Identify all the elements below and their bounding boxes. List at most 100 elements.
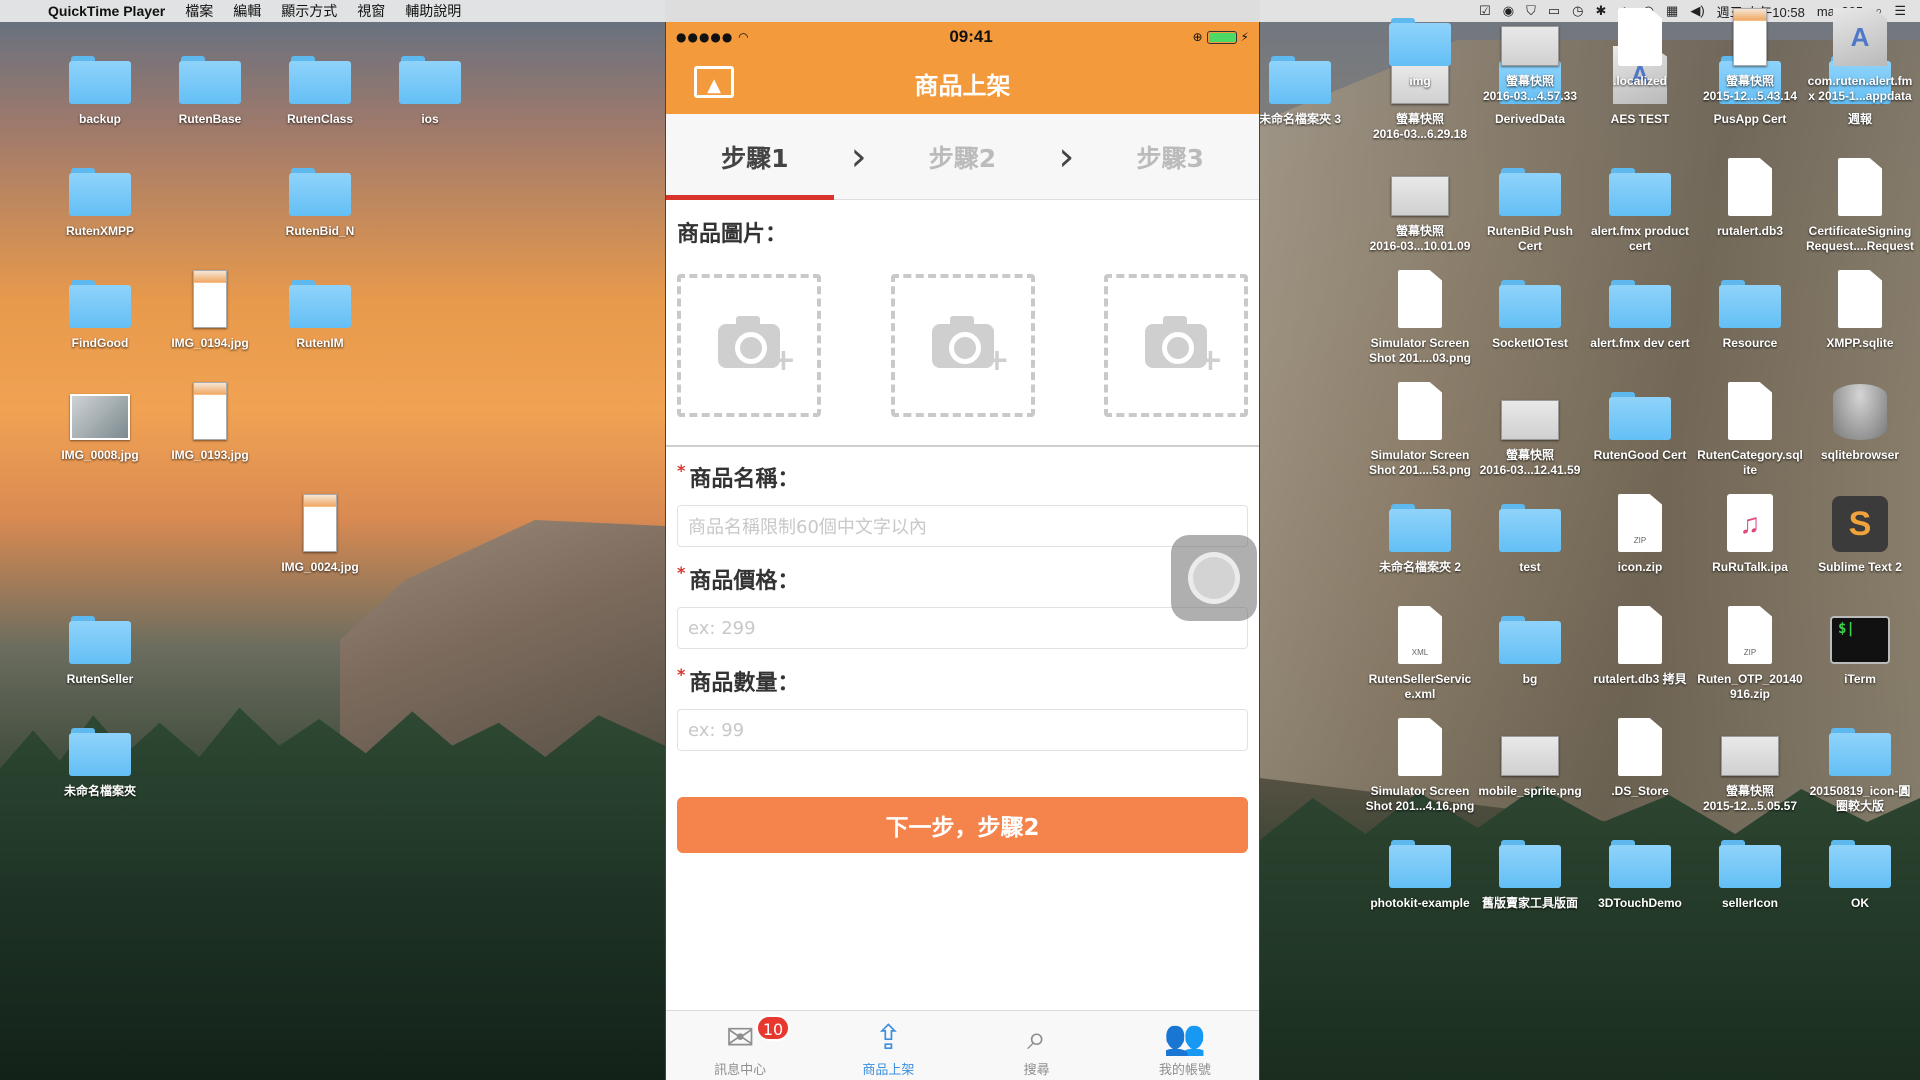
desktop-icon[interactable]: Acom.ruten.alert.fm x 2015-1...appdata bbox=[1805, 0, 1915, 104]
desktop-icon[interactable]: 螢幕快照 2016-03...10.01.09 bbox=[1365, 150, 1475, 254]
desktop-icon[interactable]: 20150819_icon-圓 圈較大版 bbox=[1805, 710, 1915, 814]
tab-messages[interactable]: ✉ 訊息中心 10 bbox=[666, 1011, 814, 1080]
step-2[interactable]: 步驟2 bbox=[874, 139, 1052, 175]
add-photo-button[interactable]: + bbox=[890, 274, 1035, 417]
signal-strength: ●●●●● ◠ bbox=[676, 30, 750, 44]
desktop-icon[interactable]: 3DTouchDemo bbox=[1585, 822, 1695, 911]
screenshot-file-icon bbox=[1721, 736, 1779, 776]
desktop-icon[interactable]: sqlitebrowser bbox=[1805, 374, 1915, 463]
desktop-icon[interactable]: test bbox=[1475, 486, 1585, 575]
step-indicator: 步驟1 › 步驟2 › 步驟3 bbox=[666, 114, 1259, 200]
desktop-icon-label: RutenCategory.sql ite bbox=[1697, 448, 1803, 477]
desktop-icon[interactable]: 未命名檔案夾 2 bbox=[1365, 486, 1475, 575]
desktop-icon[interactable]: ♫ RuRuTalk.ipa bbox=[1695, 486, 1805, 575]
desktop-icon[interactable]: RutenCategory.sql ite bbox=[1695, 374, 1805, 478]
add-photo-button[interactable]: + bbox=[677, 274, 821, 417]
menu-app-name[interactable]: QuickTime Player bbox=[38, 3, 175, 19]
desktop-icon[interactable]: alert.fmx product cert bbox=[1585, 150, 1695, 254]
product-quantity-input[interactable]: ex: 99 bbox=[677, 709, 1248, 751]
desktop-icon[interactable]: CertificateSigning Request....Request bbox=[1805, 150, 1915, 254]
image-file-icon bbox=[1733, 8, 1767, 66]
desktop-icon[interactable]: RutenIM bbox=[265, 262, 375, 351]
desktop-icon[interactable]: RutenBid Push Cert bbox=[1475, 150, 1585, 254]
desktop-icon[interactable]: 螢幕快照 2015-12...5.43.14 bbox=[1695, 0, 1805, 104]
desktop-icon[interactable]: XMPP.sqlite bbox=[1805, 262, 1915, 351]
desktop-icon[interactable]: RutenGood Cert bbox=[1585, 374, 1695, 463]
charging-icon: ⚡ bbox=[1240, 30, 1249, 44]
desktop-icon[interactable]: img bbox=[1365, 0, 1475, 89]
desktop-icon[interactable]: RutenXMPP bbox=[45, 150, 155, 239]
desktop-icon-label: 舊版賣家工具版面 bbox=[1481, 896, 1578, 910]
menu-view[interactable]: 顯示方式 bbox=[271, 1, 347, 21]
desktop-icon[interactable]: RutenBid_N bbox=[265, 150, 375, 239]
desktop-icon[interactable]: rutalert.db3 拷貝 bbox=[1585, 598, 1695, 687]
desktop-icon[interactable]: RutenBase bbox=[155, 38, 265, 127]
desktop-icon-label: iTerm bbox=[1844, 672, 1876, 686]
desktop-icon[interactable]: sellerIcon bbox=[1695, 822, 1805, 911]
folder-icon bbox=[1499, 280, 1561, 328]
assistive-touch-button[interactable] bbox=[1171, 535, 1257, 621]
desktop-icon-label: Ruten_OTP_20140 916.zip bbox=[1697, 672, 1803, 701]
tab-account[interactable]: 👥 我的帳號 bbox=[1111, 1011, 1259, 1080]
desktop-icon[interactable]: IMG_0024.jpg bbox=[265, 486, 375, 575]
desktop-icon[interactable]: Resource bbox=[1695, 262, 1805, 351]
desktop-icon[interactable]: alert.fmx dev cert bbox=[1585, 262, 1695, 351]
step-3[interactable]: 步驟3 bbox=[1081, 139, 1259, 175]
desktop-icon[interactable]: OK bbox=[1805, 822, 1915, 911]
document-icon bbox=[1618, 8, 1662, 66]
desktop-icon[interactable]: 螢幕快照 2016-03...12.41.59 bbox=[1475, 374, 1585, 478]
tab-list-product[interactable]: ⇪ 商品上架 bbox=[814, 1011, 962, 1080]
desktop-icon[interactable]: S Sublime Text 2 bbox=[1805, 486, 1915, 575]
desktop-icon-label: Simulator Screen Shot 201....53.png bbox=[1368, 448, 1472, 477]
desktop-icon[interactable]: RutenSeller bbox=[45, 598, 155, 687]
desktop-icon[interactable]: mobile_sprite.png bbox=[1475, 710, 1585, 799]
desktop-icon[interactable]: 未命名檔案夾 3 bbox=[1245, 38, 1355, 127]
desktop-icon[interactable]: 螢幕快照 2015-12...5.05.57 bbox=[1695, 710, 1805, 814]
desktop-icon-label: AES TEST bbox=[1610, 112, 1670, 126]
desktop-icon[interactable]: RutenClass bbox=[265, 38, 375, 127]
active-step-underline bbox=[666, 195, 834, 200]
desktop-icon[interactable]: ios bbox=[375, 38, 485, 127]
desktop-icon[interactable]: SocketIOTest bbox=[1475, 262, 1585, 351]
desktop-icon[interactable]: bg bbox=[1475, 598, 1585, 687]
desktop-icon-label: 螢幕快照 2015-12...5.05.57 bbox=[1702, 784, 1798, 813]
desktop-icon[interactable]: Simulator Screen Shot 201...4.16.png bbox=[1365, 710, 1475, 814]
ios-status-bar: ●●●●● ◠ 09:41 ⊕ ⚡ bbox=[666, 22, 1259, 52]
desktop-icon[interactable]: .DS_Store bbox=[1585, 710, 1695, 799]
desktop-icon[interactable]: 螢幕快照 2016-03...4.57.33 bbox=[1475, 0, 1585, 104]
desktop-icon[interactable]: 未命名檔案夾 bbox=[45, 710, 155, 799]
next-step-button[interactable]: 下一步，步驟2 bbox=[677, 797, 1248, 853]
product-price-input[interactable]: ex: 299 bbox=[677, 607, 1248, 649]
step-1[interactable]: 步驟1 bbox=[666, 139, 844, 175]
desktop-icon[interactable]: rutalert.db3 bbox=[1695, 150, 1805, 239]
menu-edit[interactable]: 編輯 bbox=[223, 1, 271, 21]
desktop-icon[interactable]: IMG_0194.jpg bbox=[155, 262, 265, 351]
desktop-icon[interactable]: photokit-example bbox=[1365, 822, 1475, 911]
desktop-icon[interactable]: backup bbox=[45, 38, 155, 127]
database-app-icon bbox=[1833, 384, 1887, 440]
desktop-icon[interactable]: Simulator Screen Shot 201....03.png bbox=[1365, 262, 1475, 366]
gallery-icon[interactable]: ▲ bbox=[694, 66, 734, 98]
desktop-icon[interactable]: IMG_0193.jpg bbox=[155, 374, 265, 463]
zip-file-icon: ZIP bbox=[1618, 494, 1662, 552]
folder-icon bbox=[1609, 840, 1671, 888]
desktop-icon[interactable]: IMG_0008.jpg bbox=[45, 374, 155, 463]
add-photo-button[interactable]: + bbox=[1104, 274, 1248, 417]
desktop-icon[interactable]: Simulator Screen Shot 201....53.png bbox=[1365, 374, 1475, 478]
name-label: * 商品名稱： bbox=[677, 461, 800, 492]
desktop-icon[interactable]: .localized bbox=[1585, 0, 1695, 89]
product-name-input[interactable]: 商品名稱限制60個中文字以內 bbox=[677, 505, 1248, 547]
desktop-icon[interactable]: 舊版賣家工具版面 bbox=[1475, 822, 1585, 911]
desktop-icon[interactable]: ZIP icon.zip bbox=[1585, 486, 1695, 575]
desktop-icon[interactable]: $| iTerm bbox=[1805, 598, 1915, 687]
folder-icon bbox=[399, 56, 461, 104]
desktop-icon-label: XMPP.sqlite bbox=[1826, 336, 1894, 350]
desktop-icon[interactable]: ZIP Ruten_OTP_20140 916.zip bbox=[1695, 598, 1805, 702]
menu-window[interactable]: 視窗 bbox=[347, 1, 395, 21]
desktop-icon[interactable]: FindGood bbox=[45, 262, 155, 351]
menu-help[interactable]: 輔助說明 bbox=[395, 1, 471, 21]
menu-file[interactable]: 檔案 bbox=[175, 1, 223, 21]
desktop-icon[interactable]: XML RutenSellerServic e.xml bbox=[1365, 598, 1475, 702]
zip-file-icon: ZIP bbox=[1728, 606, 1772, 664]
tab-search[interactable]: ⌕ 搜尋 bbox=[963, 1011, 1111, 1080]
